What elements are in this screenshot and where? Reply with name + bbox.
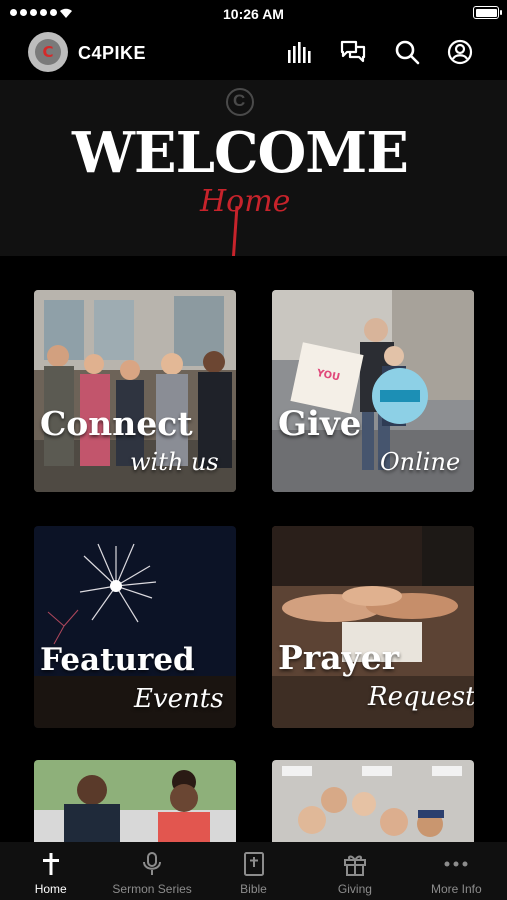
logo-letter: C — [42, 43, 54, 61]
chat-icon[interactable] — [339, 38, 367, 66]
app-title: C4PIKE — [78, 43, 147, 63]
profile-icon[interactable] — [446, 38, 474, 66]
give-sublabel: Online — [380, 448, 461, 476]
prayer-label: Prayer — [278, 638, 400, 677]
tab-giving[interactable]: Giving — [304, 842, 405, 900]
search-icon[interactable] — [393, 38, 421, 66]
tab-home[interactable]: Home — [0, 842, 101, 900]
equalizer-icon[interactable] — [286, 38, 314, 66]
give-tile[interactable]: YOU Give Online — [272, 290, 474, 492]
church-logo[interactable]: C — [28, 32, 68, 72]
tab-sermon-series[interactable]: Sermon Series — [101, 842, 202, 900]
welcome-script: Home — [200, 184, 291, 219]
app-header: C C4PIKE — [0, 26, 507, 78]
group-photo-left — [34, 760, 236, 842]
group-tile-left[interactable] — [34, 760, 236, 842]
cross-icon — [42, 853, 59, 875]
tab-label-bible: Bible — [240, 882, 267, 896]
tab-label-more-info: More Info — [430, 882, 482, 896]
welcome-banner[interactable]: WELCOME Home — [0, 80, 507, 256]
church-mark-icon — [226, 88, 254, 116]
connect-sublabel: with us — [130, 448, 219, 476]
tab-label-sermon-series: Sermon Series — [112, 882, 192, 896]
group-photo-right — [272, 760, 474, 842]
tab-label-giving: Giving — [337, 882, 372, 896]
tab-more-info[interactable]: More Info — [406, 842, 507, 900]
prayer-request-tile[interactable]: Prayer Request — [272, 526, 474, 728]
featured-events-tile[interactable]: Featured Events — [34, 526, 236, 728]
tab-label-home: Home — [34, 882, 67, 896]
bible-icon — [243, 852, 264, 876]
microphone-icon — [143, 852, 162, 875]
more-icon — [444, 861, 468, 867]
featured-label: Featured — [40, 642, 195, 678]
give-label: Give — [278, 404, 362, 444]
status-bar: 10:26 AM — [0, 0, 507, 26]
tab-bible[interactable]: Bible — [203, 842, 304, 900]
connect-label: Connect — [40, 404, 193, 443]
prayer-sublabel: Request — [368, 682, 474, 712]
welcome-title: WELCOME — [72, 120, 409, 186]
group-tile-right[interactable] — [272, 760, 474, 842]
connect-tile[interactable]: Connect with us — [34, 290, 236, 492]
status-time: 10:26 AM — [223, 6, 284, 22]
featured-sublabel: Events — [134, 684, 224, 714]
tab-bar: Home Sermon Series Bible Giving More Inf… — [0, 842, 507, 900]
battery-icon — [473, 6, 502, 19]
gift-icon — [343, 855, 366, 876]
